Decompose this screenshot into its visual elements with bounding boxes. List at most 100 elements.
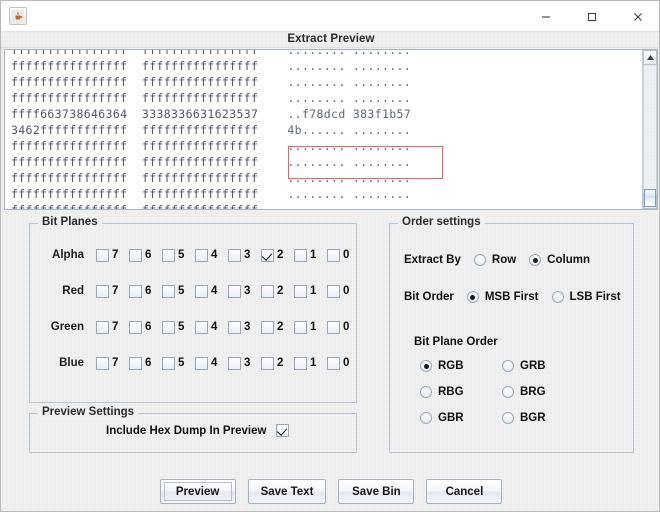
bit-plane-cell[interactable]: 0 bbox=[327, 320, 356, 334]
bit-plane-order-option-rbg[interactable]: RBG bbox=[420, 386, 502, 398]
maximize-button[interactable] bbox=[569, 1, 615, 32]
checkbox-alpha-bit-3[interactable] bbox=[228, 248, 241, 262]
save-bin-button[interactable]: Save Bin bbox=[338, 479, 415, 504]
checkbox-alpha-bit-4[interactable] bbox=[195, 248, 208, 262]
bit-plane-order-option-gbr[interactable]: GBR bbox=[420, 412, 502, 424]
checkbox-green-bit-1[interactable] bbox=[294, 320, 307, 334]
checkbox-red-bit-6[interactable] bbox=[129, 284, 142, 298]
bit-plane-order-option-bgr[interactable]: BGR bbox=[502, 412, 584, 424]
scrollbar-thumb[interactable] bbox=[644, 189, 656, 207]
checkbox-green-bit-0[interactable] bbox=[327, 320, 340, 334]
scroll-up-icon[interactable] bbox=[643, 50, 657, 65]
bit-plane-cell[interactable]: 1 bbox=[294, 284, 323, 298]
bit-plane-cell[interactable]: 0 bbox=[327, 356, 356, 370]
checkbox-alpha-bit-7[interactable] bbox=[96, 248, 109, 262]
bit-plane-cell[interactable]: 6 bbox=[129, 356, 158, 370]
checkbox-blue-bit-0[interactable] bbox=[327, 356, 340, 370]
bit-plane-cell[interactable]: 3 bbox=[228, 356, 257, 370]
checkbox-green-bit-3[interactable] bbox=[228, 320, 241, 334]
bit-plane-order-option-rgb[interactable]: RGB bbox=[420, 360, 502, 372]
checkbox-blue-bit-6[interactable] bbox=[129, 356, 142, 370]
bit-plane-cell[interactable]: 0 bbox=[327, 284, 356, 298]
include-hex-dump-row[interactable]: Include Hex Dump In Preview bbox=[106, 424, 290, 437]
bit-plane-cell[interactable]: 1 bbox=[294, 320, 323, 334]
checkbox-blue-bit-5[interactable] bbox=[162, 356, 175, 370]
close-button[interactable] bbox=[615, 1, 659, 32]
radio-rbg[interactable] bbox=[420, 386, 432, 398]
radio-rgb[interactable] bbox=[420, 360, 432, 372]
radio-gbr[interactable] bbox=[420, 412, 432, 424]
bit-plane-cell[interactable]: 2 bbox=[261, 356, 290, 370]
checkbox-alpha-bit-1[interactable] bbox=[294, 248, 307, 262]
checkbox-red-bit-4[interactable] bbox=[195, 284, 208, 298]
bit-plane-cell[interactable]: 6 bbox=[129, 320, 158, 334]
bit-plane-cell[interactable]: 1 bbox=[294, 356, 323, 370]
extract-by-option-row[interactable]: Row bbox=[473, 254, 516, 266]
bit-plane-order-option-grb[interactable]: GRB bbox=[502, 360, 584, 372]
preview-vertical-scrollbar[interactable] bbox=[642, 50, 657, 209]
bit-order-msb-radio[interactable] bbox=[466, 291, 479, 303]
checkbox-blue-bit-2[interactable] bbox=[261, 356, 274, 370]
bit-plane-cell[interactable]: 3 bbox=[228, 248, 257, 262]
bit-order-option-msb[interactable]: MSB First bbox=[466, 291, 539, 303]
checkbox-blue-bit-1[interactable] bbox=[294, 356, 307, 370]
extract-by-option-column[interactable]: Column bbox=[529, 254, 590, 266]
checkbox-alpha-bit-2[interactable] bbox=[261, 248, 274, 262]
dialog-caption-bar: Extract Preview bbox=[1, 32, 659, 48]
checkbox-red-bit-7[interactable] bbox=[96, 284, 109, 298]
bit-order-lsb-radio[interactable] bbox=[551, 291, 564, 303]
bit-plane-cell[interactable]: 5 bbox=[162, 320, 191, 334]
bit-plane-cell[interactable]: 6 bbox=[129, 284, 158, 298]
bit-plane-cell[interactable]: 2 bbox=[261, 284, 290, 298]
bit-plane-cell[interactable]: 7 bbox=[96, 248, 125, 262]
checkbox-red-bit-5[interactable] bbox=[162, 284, 175, 298]
bit-plane-cell[interactable]: 2 bbox=[261, 248, 290, 262]
checkbox-blue-bit-7[interactable] bbox=[96, 356, 109, 370]
radio-bgr[interactable] bbox=[502, 412, 514, 424]
scrollbar-track[interactable] bbox=[643, 65, 657, 194]
cancel-button[interactable]: Cancel bbox=[426, 479, 503, 504]
bit-plane-cell[interactable]: 7 bbox=[96, 356, 125, 370]
checkbox-green-bit-7[interactable] bbox=[96, 320, 109, 334]
bit-plane-cell[interactable]: 5 bbox=[162, 284, 191, 298]
checkbox-red-bit-2[interactable] bbox=[261, 284, 274, 298]
preview-button[interactable]: Preview bbox=[159, 479, 236, 504]
bit-plane-cell[interactable]: 0 bbox=[327, 248, 356, 262]
checkbox-blue-bit-3[interactable] bbox=[228, 356, 241, 370]
bit-plane-cell[interactable]: 5 bbox=[162, 248, 191, 262]
bit-plane-cell[interactable]: 4 bbox=[195, 248, 224, 262]
radio-brg[interactable] bbox=[502, 386, 514, 398]
checkbox-green-bit-6[interactable] bbox=[129, 320, 142, 334]
bit-plane-cell[interactable]: 3 bbox=[228, 320, 257, 334]
checkbox-red-bit-1[interactable] bbox=[294, 284, 307, 298]
bit-plane-cell[interactable]: 4 bbox=[195, 356, 224, 370]
bit-index-label: 4 bbox=[211, 249, 218, 261]
checkbox-green-bit-4[interactable] bbox=[195, 320, 208, 334]
checkbox-alpha-bit-0[interactable] bbox=[327, 248, 340, 262]
checkbox-alpha-bit-5[interactable] bbox=[162, 248, 175, 262]
bit-plane-cell[interactable]: 7 bbox=[96, 284, 125, 298]
extract-by-row-radio[interactable] bbox=[473, 254, 486, 266]
checkbox-green-bit-2[interactable] bbox=[261, 320, 274, 334]
checkbox-alpha-bit-6[interactable] bbox=[129, 248, 142, 262]
bit-plane-cell[interactable]: 5 bbox=[162, 356, 191, 370]
save-text-button[interactable]: Save Text bbox=[247, 479, 327, 504]
bit-plane-cell[interactable]: 7 bbox=[96, 320, 125, 334]
bit-plane-order-option-brg[interactable]: BRG bbox=[502, 386, 584, 398]
bit-plane-cell[interactable]: 4 bbox=[195, 320, 224, 334]
bit-order-option-lsb[interactable]: LSB First bbox=[551, 291, 621, 303]
radio-grb[interactable] bbox=[502, 360, 514, 372]
checkbox-red-bit-0[interactable] bbox=[327, 284, 340, 298]
bit-plane-cell[interactable]: 1 bbox=[294, 248, 323, 262]
minimize-button[interactable] bbox=[523, 1, 569, 32]
checkbox-red-bit-3[interactable] bbox=[228, 284, 241, 298]
extract-by-column-radio[interactable] bbox=[529, 254, 542, 266]
bit-plane-cell[interactable]: 2 bbox=[261, 320, 290, 334]
checkbox-blue-bit-4[interactable] bbox=[195, 356, 208, 370]
include-hex-dump-checkbox[interactable] bbox=[276, 424, 290, 437]
bit-plane-cell[interactable]: 6 bbox=[129, 248, 158, 262]
hex-preview-pane[interactable]: ffffffffffffffff ffffffffffffffff ......… bbox=[4, 49, 658, 210]
bit-plane-cell[interactable]: 3 bbox=[228, 284, 257, 298]
bit-plane-cell[interactable]: 4 bbox=[195, 284, 224, 298]
checkbox-green-bit-5[interactable] bbox=[162, 320, 175, 334]
